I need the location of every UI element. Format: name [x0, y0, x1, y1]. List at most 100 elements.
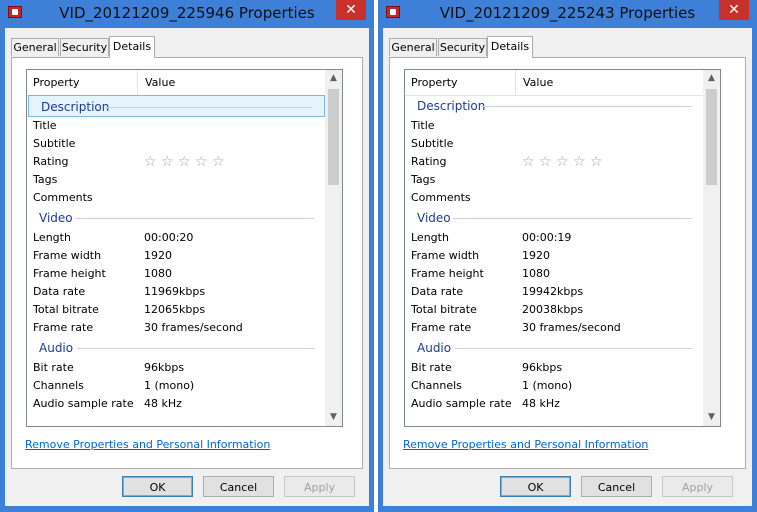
property-label: Frame height: [411, 267, 484, 280]
star-icon[interactable]: ☆: [556, 153, 573, 171]
group-description[interactable]: Description: [405, 95, 704, 117]
property-row-total-bitrate[interactable]: Total bitrate 12065kbps: [27, 301, 326, 319]
property-row-audio-sample-rate[interactable]: Audio sample rate 48 kHz: [27, 395, 326, 413]
properties-window-left: VID_20121209_225946 Properties ✕ General…: [0, 0, 374, 512]
property-row-tags[interactable]: Tags: [405, 171, 704, 189]
scroll-up-icon[interactable]: ▲: [703, 70, 720, 87]
properties-window-right: VID_20121209_225243 Properties ✕ General…: [378, 0, 757, 512]
property-row-frame-height[interactable]: Frame height 1080: [27, 265, 326, 283]
group-divider: [453, 218, 692, 219]
property-row-subtitle[interactable]: Subtitle: [27, 135, 326, 153]
property-row-title[interactable]: Title: [27, 117, 326, 135]
star-icon[interactable]: ☆: [161, 153, 178, 171]
star-icon[interactable]: ☆: [144, 153, 161, 171]
property-row-bit-rate[interactable]: Bit rate 96kbps: [405, 359, 704, 377]
column-divider[interactable]: [137, 70, 138, 95]
property-row-comments[interactable]: Comments: [405, 189, 704, 207]
property-row-length[interactable]: Length 00:00:20: [27, 229, 326, 247]
property-label: Frame rate: [33, 321, 94, 334]
property-row-frame-rate[interactable]: Frame rate 30 frames/second: [405, 319, 704, 337]
property-label: Audio sample rate: [33, 397, 134, 410]
property-list[interactable]: Property Value Description Title Subtitl…: [26, 69, 343, 427]
property-rows: Description Title Subtitle Rating ☆ ☆ ☆ ☆ ☆ …: [27, 95, 326, 413]
star-icon[interactable]: ☆: [539, 153, 556, 171]
property-label: Title: [33, 119, 57, 132]
property-row-bit-rate[interactable]: Bit rate 96kbps: [27, 359, 326, 377]
property-row-channels[interactable]: Channels 1 (mono): [405, 377, 704, 395]
remove-properties-link[interactable]: Remove Properties and Personal Informati…: [403, 438, 648, 451]
star-icon[interactable]: ☆: [212, 153, 229, 171]
star-icon[interactable]: ☆: [573, 153, 590, 171]
group-audio[interactable]: Audio: [27, 337, 326, 359]
property-row-frame-width[interactable]: Frame width 1920: [405, 247, 704, 265]
group-video[interactable]: Video: [405, 207, 704, 229]
vertical-scrollbar[interactable]: ▲ ▼: [703, 70, 720, 426]
property-row-frame-rate[interactable]: Frame rate 30 frames/second: [27, 319, 326, 337]
tab-details[interactable]: Details: [487, 36, 533, 58]
property-value: 48 kHz: [144, 397, 182, 410]
property-list[interactable]: Property Value Description Title Subtitl…: [404, 69, 721, 427]
property-label: Data rate: [33, 285, 86, 298]
scroll-down-icon[interactable]: ▼: [325, 409, 342, 426]
scroll-up-icon[interactable]: ▲: [325, 70, 342, 87]
property-label: Frame width: [411, 249, 480, 262]
tab-general[interactable]: General: [11, 38, 59, 56]
property-label: Bit rate: [411, 361, 452, 374]
property-value: 1 (mono): [522, 379, 573, 392]
remove-properties-link[interactable]: Remove Properties and Personal Informati…: [25, 438, 270, 451]
rating-stars[interactable]: ☆ ☆ ☆ ☆ ☆: [144, 153, 229, 172]
property-row-length[interactable]: Length 00:00:19: [405, 229, 704, 247]
property-row-audio-sample-rate[interactable]: Audio sample rate 48 kHz: [405, 395, 704, 413]
scroll-down-icon[interactable]: ▼: [703, 409, 720, 426]
column-header-property[interactable]: Property: [411, 70, 458, 95]
title-bar[interactable]: VID_20121209_225946 Properties ✕: [0, 0, 374, 28]
property-value: 12065kbps: [144, 303, 206, 316]
property-row-frame-height[interactable]: Frame height 1080: [405, 265, 704, 283]
property-row-subtitle[interactable]: Subtitle: [405, 135, 704, 153]
group-audio[interactable]: Audio: [405, 337, 704, 359]
group-divider: [77, 348, 314, 349]
tab-general[interactable]: General: [389, 38, 437, 56]
property-label: Title: [411, 119, 435, 132]
property-row-frame-width[interactable]: Frame width 1920: [27, 247, 326, 265]
title-bar[interactable]: VID_20121209_225243 Properties ✕: [378, 0, 757, 28]
property-row-comments[interactable]: Comments: [27, 189, 326, 207]
close-button[interactable]: ✕: [336, 0, 366, 20]
property-value: 96kbps: [144, 361, 185, 374]
star-icon[interactable]: ☆: [522, 153, 539, 171]
property-row-title[interactable]: Title: [405, 117, 704, 135]
property-value: 1920: [144, 249, 172, 262]
vertical-scrollbar[interactable]: ▲ ▼: [325, 70, 342, 426]
property-value: 1 (mono): [144, 379, 195, 392]
property-label: Data rate: [411, 285, 464, 298]
close-button[interactable]: ✕: [719, 0, 749, 20]
property-rows: Description Title Subtitle Rating ☆ ☆ ☆ ☆ ☆ …: [405, 95, 704, 413]
property-value: 00:00:20: [144, 231, 194, 244]
star-icon[interactable]: ☆: [178, 153, 195, 171]
star-icon[interactable]: ☆: [195, 153, 212, 171]
column-header-property[interactable]: Property: [33, 70, 80, 95]
property-row-total-bitrate[interactable]: Total bitrate 20038kbps: [405, 301, 704, 319]
tab-security[interactable]: Security: [60, 38, 109, 56]
property-row-data-rate[interactable]: Data rate 11969kbps: [27, 283, 326, 301]
ok-button[interactable]: OK: [500, 476, 571, 497]
property-row-rating[interactable]: Rating ☆ ☆ ☆ ☆ ☆: [27, 153, 326, 171]
property-row-rating[interactable]: Rating ☆ ☆ ☆ ☆ ☆: [405, 153, 704, 171]
property-row-tags[interactable]: Tags: [27, 171, 326, 189]
property-row-channels[interactable]: Channels 1 (mono): [27, 377, 326, 395]
tab-details[interactable]: Details: [109, 36, 155, 58]
star-icon[interactable]: ☆: [590, 153, 607, 171]
scroll-thumb[interactable]: [328, 89, 339, 185]
cancel-button[interactable]: Cancel: [581, 476, 652, 497]
scroll-thumb[interactable]: [706, 89, 717, 185]
rating-stars[interactable]: ☆ ☆ ☆ ☆ ☆: [522, 153, 607, 172]
ok-button[interactable]: OK: [122, 476, 193, 497]
property-row-data-rate[interactable]: Data rate 19942kbps: [405, 283, 704, 301]
column-header-value[interactable]: Value: [145, 70, 175, 95]
column-header-value[interactable]: Value: [523, 70, 553, 95]
cancel-button[interactable]: Cancel: [203, 476, 274, 497]
group-description[interactable]: Description: [28, 95, 325, 117]
tab-security[interactable]: Security: [438, 38, 487, 56]
column-divider[interactable]: [515, 70, 516, 95]
group-video[interactable]: Video: [27, 207, 326, 229]
